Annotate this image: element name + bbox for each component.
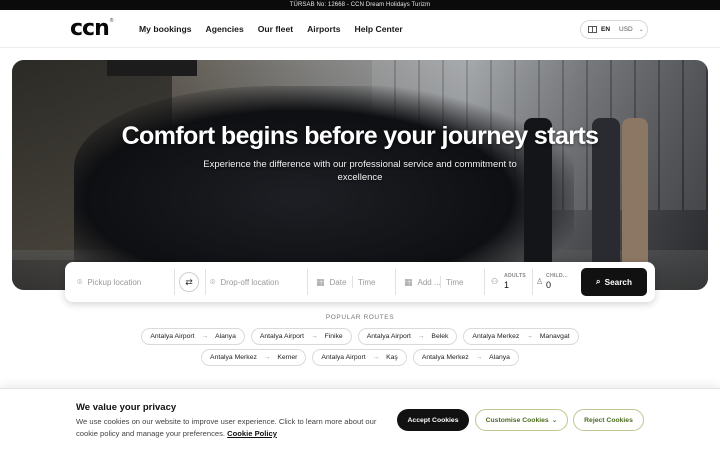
main-nav: My bookings Agencies Our fleet Airports …: [139, 10, 403, 48]
date-placeholder: Date: [329, 277, 347, 287]
children-label: CHILD...: [546, 273, 568, 279]
registered-mark: ®: [109, 18, 114, 24]
search-icon: ⌕: [596, 277, 601, 286]
route-from: Antalya Airport: [321, 354, 366, 361]
hero-van-image: [74, 86, 574, 290]
adults-selector[interactable]: ⚇ ADULTS 1: [491, 262, 531, 302]
pickup-location-input[interactable]: ⌾ Pickup location: [77, 262, 173, 302]
hero-title: Comfort begins before your journey start…: [121, 122, 599, 150]
cookie-policy-link[interactable]: Cookie Policy: [227, 429, 277, 438]
arrow-right-icon: →: [475, 354, 483, 361]
route-from: Antalya Airport: [259, 333, 305, 340]
cookie-consent-banner: We value your privacy We use cookies on …: [0, 388, 720, 450]
currency-code: USD: [619, 26, 633, 33]
nav-our-fleet[interactable]: Our fleet: [258, 24, 293, 34]
children-selector[interactable]: ♙ CHILD... 0: [536, 262, 576, 302]
arrow-right-icon: →: [311, 333, 318, 340]
divider: [205, 269, 206, 295]
swap-icon: ⇄: [185, 276, 193, 287]
route-to: Manavgat: [539, 333, 570, 340]
search-button[interactable]: ⌕ Search: [581, 268, 647, 296]
divider: [174, 269, 175, 295]
divider: [532, 269, 533, 295]
adults-value: 1: [504, 280, 510, 290]
return-date-input[interactable]: ▦ Add ...: [404, 262, 442, 302]
cookie-description: We use cookies on our website to improve…: [76, 416, 386, 440]
route-from: Antalya Merkez: [472, 333, 520, 340]
route-chip[interactable]: Antalya Airport → Alanya: [141, 328, 245, 345]
arrow-right-icon: →: [372, 354, 380, 361]
person-icon: ⚇: [491, 277, 499, 286]
pickup-time-input[interactable]: Time: [358, 262, 394, 302]
route-chip[interactable]: Antalya Airport → Kaş: [312, 349, 407, 366]
pickup-date-input[interactable]: ▦ Date: [316, 262, 350, 302]
customise-cookies-label: Customise Cookies: [485, 416, 549, 424]
return-date-placeholder: Add ...: [417, 277, 441, 287]
booking-form: ⌾ Pickup location ⇄ ⌾ Drop-off location …: [65, 262, 655, 302]
route-to: Alanya: [489, 354, 510, 361]
cookie-title: We value your privacy: [76, 402, 177, 413]
child-icon: ♙: [536, 277, 544, 286]
popular-routes-title: POPULAR ROUTES: [325, 314, 395, 321]
dropoff-placeholder: Drop-off location: [220, 277, 279, 287]
route-to: Alanya: [215, 333, 236, 340]
hero-subtitle: Experience the difference with our profe…: [203, 159, 517, 183]
chevron-down-icon: ⌄: [551, 417, 558, 424]
ccn-logo[interactable]: ccn ®: [70, 18, 113, 40]
return-time-placeholder: Time: [446, 277, 464, 287]
language-code: EN: [601, 26, 611, 33]
route-chip[interactable]: Antalya Merkez → Manavgat: [463, 328, 579, 345]
accept-cookies-button[interactable]: Accept Cookies: [397, 409, 469, 431]
arrow-right-icon: →: [263, 354, 271, 361]
calendar-icon: ▦: [316, 276, 325, 287]
divider: [440, 276, 441, 288]
route-to: Kemer: [277, 354, 298, 361]
route-to: Finike: [324, 333, 343, 340]
divider: [307, 269, 308, 295]
search-label: Search: [604, 277, 632, 287]
route-from: Antalya Airport: [150, 333, 195, 340]
hero-sign-shape: [107, 60, 197, 76]
divider: [484, 269, 485, 295]
adults-label: ADULTS: [504, 273, 526, 279]
nav-agencies[interactable]: Agencies: [206, 24, 244, 34]
return-time-input[interactable]: Time: [446, 262, 482, 302]
pickup-placeholder: Pickup location: [87, 277, 142, 287]
route-chip[interactable]: Antalya Airport → Finike: [250, 328, 352, 345]
nav-airports[interactable]: Airports: [307, 24, 340, 34]
route-from: Antalya Merkez: [210, 354, 257, 361]
arrow-right-icon: →: [526, 333, 533, 340]
divider: [395, 269, 396, 295]
swap-locations-button[interactable]: ⇄: [179, 272, 199, 292]
route-to: Kaş: [386, 354, 398, 361]
children-value: 0: [546, 280, 552, 290]
logo-text: ccn: [70, 16, 110, 41]
reject-cookies-button[interactable]: Reject Cookies: [573, 409, 644, 431]
calendar-icon: ▦: [404, 276, 413, 287]
dropoff-location-input[interactable]: ⌾ Drop-off location: [210, 262, 305, 302]
route-chip[interactable]: Antalya Merkez → Alanya: [412, 349, 519, 366]
popular-routes-list: Antalya Airport → Alanya Antalya Airport…: [100, 328, 620, 366]
language-currency-selector[interactable]: EN USD ⌄: [580, 20, 648, 39]
route-chip[interactable]: Antalya Airport → Belek: [357, 328, 458, 345]
nav-help-center[interactable]: Help Center: [355, 24, 403, 34]
route-to: Belek: [431, 333, 449, 340]
site-header: ccn ® My bookings Agencies Our fleet Airp…: [0, 10, 720, 48]
time-placeholder: Time: [358, 277, 376, 287]
route-chip[interactable]: Antalya Merkez → Kemer: [201, 349, 307, 366]
location-pin-icon: ⌾: [210, 276, 216, 287]
license-banner: TÜRSAB No: 12668 - CCN Dream Holidays Tu…: [0, 0, 720, 10]
location-pin-icon: ⌾: [77, 276, 83, 287]
hero-banner: Comfort begins before your journey start…: [12, 60, 708, 290]
arrow-right-icon: →: [201, 333, 209, 340]
arrow-right-icon: →: [417, 333, 425, 340]
customise-cookies-button[interactable]: Customise Cookies ⌄: [475, 409, 568, 431]
route-from: Antalya Airport: [366, 333, 411, 340]
route-from: Antalya Merkez: [421, 354, 469, 361]
nav-my-bookings[interactable]: My bookings: [139, 24, 192, 34]
divider: [352, 276, 353, 288]
language-flag-icon: [588, 26, 597, 33]
chevron-down-icon: ⌄: [638, 27, 644, 33]
